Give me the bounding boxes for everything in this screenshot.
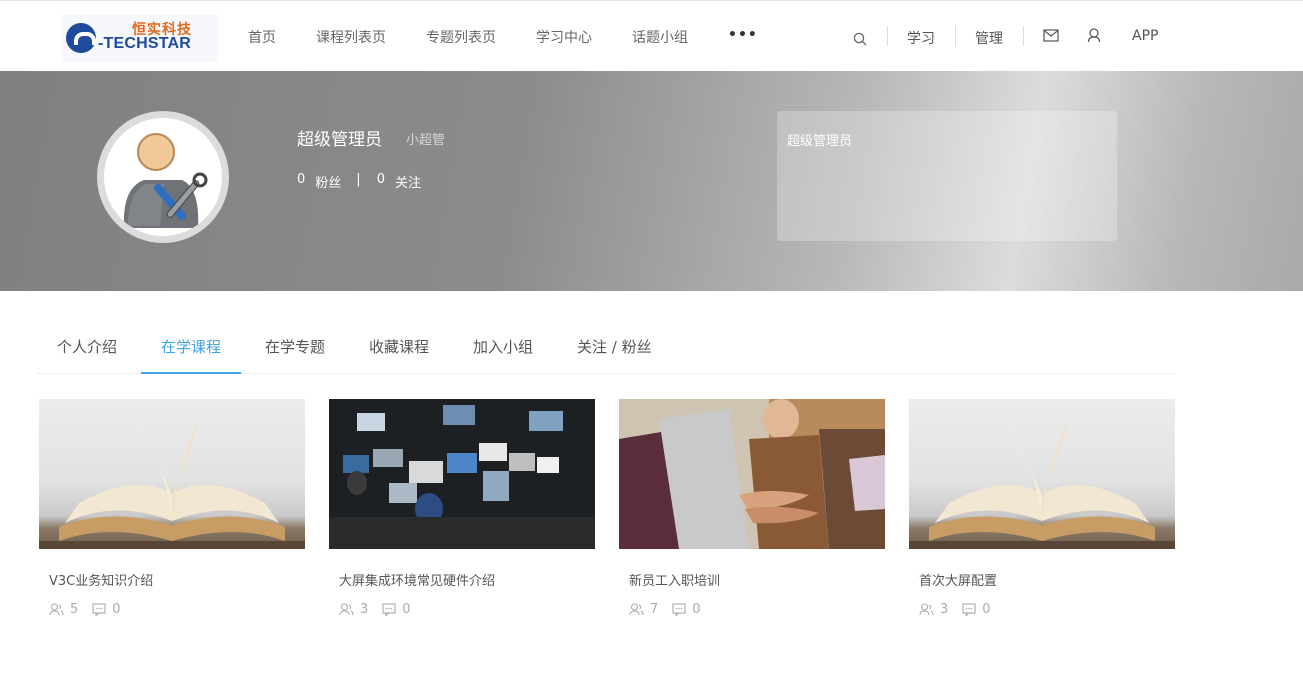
course-card[interactable]: 大屏集成环境常见硬件介绍 3 0 [329, 399, 595, 617]
user-icon[interactable] [1087, 28, 1101, 43]
tab-personal-intro[interactable]: 个人介绍 [57, 336, 117, 374]
control-room-image [329, 399, 595, 549]
divider [955, 26, 956, 46]
tab-learning-courses[interactable]: 在学课程 [141, 336, 242, 374]
course-meta: 7 0 [619, 602, 885, 617]
comments-count: 0 [692, 602, 701, 617]
students-count: 7 [650, 602, 659, 617]
study-link[interactable]: 学习 [907, 28, 935, 48]
avatar-frame [97, 111, 229, 243]
comments-count: 0 [982, 602, 991, 617]
tab-favorite-courses[interactable]: 收藏课程 [369, 336, 429, 374]
app-link[interactable]: APP [1132, 28, 1158, 44]
tab-learning-topics[interactable]: 在学专题 [265, 336, 325, 374]
tab-follow-fans[interactable]: 关注 / 粉丝 [577, 336, 652, 374]
fans-label[interactable]: 粉丝 [315, 172, 341, 191]
nav-item-topic-list[interactable]: 专题列表页 [426, 27, 496, 47]
profile-banner: 超级管理员 小超管 0 粉丝 | 0 关注 超级管理员 [0, 71, 1303, 291]
comment-icon [382, 603, 396, 616]
nav-item-course-list[interactable]: 课程列表页 [316, 27, 386, 47]
admin-link[interactable]: 管理 [975, 28, 1003, 48]
open-book-image [39, 419, 305, 549]
course-meta: 5 0 [39, 602, 305, 617]
students-icon [339, 603, 354, 616]
comments-count: 0 [402, 602, 411, 617]
nav-item-home[interactable]: 首页 [248, 27, 276, 47]
students-icon [629, 603, 644, 616]
comment-icon [672, 603, 686, 616]
course-thumbnail[interactable] [619, 399, 885, 549]
students-count: 5 [70, 602, 79, 617]
logo-mark-icon [66, 23, 96, 53]
course-meta: 3 0 [909, 602, 1175, 617]
search-icon[interactable] [853, 32, 867, 46]
course-meta: 3 0 [329, 602, 595, 617]
course-thumbnail[interactable] [909, 399, 1175, 549]
avatar[interactable] [104, 118, 222, 236]
course-card[interactable]: 首次大屏配置 3 0 [909, 399, 1175, 617]
profile-tabs: 个人介绍 在学课程 在学专题 收藏课程 加入小组 关注 / 粉丝 [37, 328, 1176, 374]
course-thumbnail[interactable] [39, 399, 305, 549]
nav-item-learning-center[interactable]: 学习中心 [536, 27, 592, 47]
course-thumbnail[interactable] [329, 399, 595, 549]
course-card[interactable]: V3C业务知识介绍 5 0 [39, 399, 305, 617]
intro-text: 超级管理员 [787, 134, 853, 149]
comment-icon [962, 603, 976, 616]
comments-count: 0 [112, 602, 121, 617]
students-icon [919, 603, 934, 616]
user-nickname: 小超管 [406, 133, 446, 148]
stats-separator: | [356, 172, 361, 187]
course-title[interactable]: 新员工入职培训 [619, 570, 885, 589]
students-count: 3 [940, 602, 949, 617]
main-nav: 首页 课程列表页 专题列表页 学习中心 话题小组 ••• [248, 27, 798, 47]
follow-count[interactable]: 0 [377, 172, 385, 191]
fans-count[interactable]: 0 [297, 172, 305, 191]
top-nav-bar: 恒实科技 -TECHSTAR 首页 课程列表页 专题列表页 学习中心 话题小组 … [0, 0, 1303, 71]
students-icon [49, 603, 64, 616]
students-count: 3 [360, 602, 369, 617]
follow-stats: 0 粉丝 | 0 关注 [297, 172, 421, 191]
course-title[interactable]: 首次大屏配置 [909, 570, 1175, 589]
nav-more-button[interactable]: ••• [728, 27, 758, 47]
tab-joined-groups[interactable]: 加入小组 [473, 336, 533, 374]
comment-icon [92, 603, 106, 616]
open-book-image [909, 419, 1175, 549]
course-card[interactable]: 新员工入职培训 7 0 [619, 399, 885, 617]
team-hands-image [619, 399, 885, 549]
follow-label[interactable]: 关注 [395, 172, 421, 191]
course-title[interactable]: V3C业务知识介绍 [39, 570, 305, 589]
nav-item-groups[interactable]: 话题小组 [632, 27, 688, 47]
intro-box: 超级管理员 [777, 111, 1117, 241]
divider [887, 26, 888, 46]
divider [1023, 26, 1024, 46]
mail-icon[interactable] [1043, 29, 1059, 42]
course-title[interactable]: 大屏集成环境常见硬件介绍 [329, 570, 595, 589]
site-logo[interactable]: 恒实科技 -TECHSTAR [62, 15, 218, 62]
header-actions: 学习 管理 APP [843, 23, 1303, 49]
admin-avatar-icon [123, 133, 208, 228]
user-name: 超级管理员 [297, 130, 382, 150]
logo-english-text: -TECHSTAR [98, 35, 192, 52]
